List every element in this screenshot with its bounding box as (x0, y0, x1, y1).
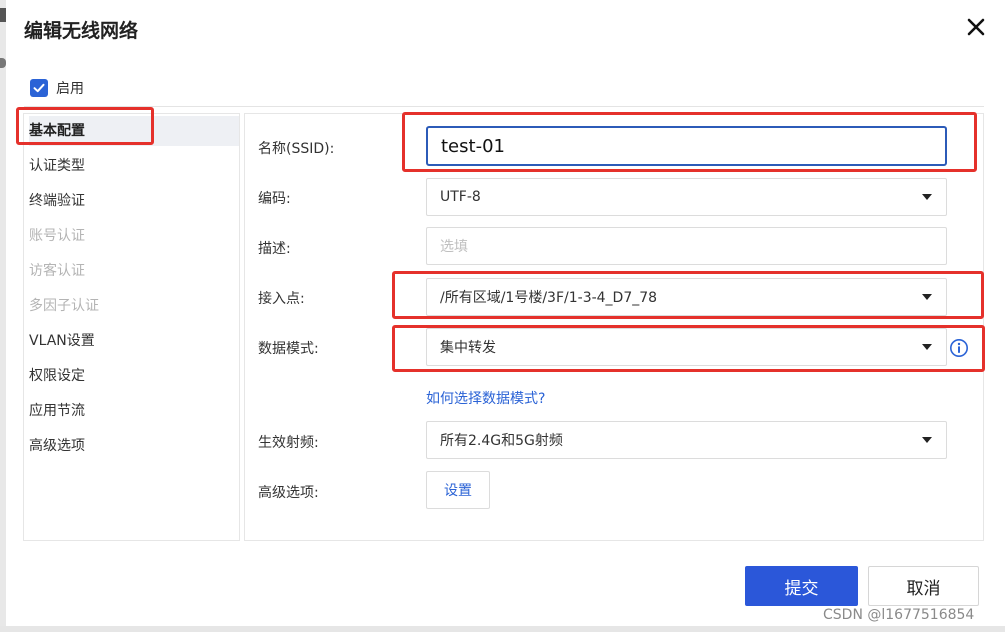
background-window-edge-mark (0, 8, 6, 22)
ssid-label: 名称(SSID): (258, 141, 335, 157)
radio-select[interactable]: 所有2.4G和5G射频 (426, 421, 947, 459)
data-mode-select[interactable]: 集中转发 (426, 328, 947, 366)
ssid-value: test-01 (441, 135, 505, 157)
encoding-value: UTF-8 (440, 189, 481, 205)
close-icon (967, 18, 985, 36)
ssid-input[interactable]: test-01 (426, 126, 947, 166)
header-divider (24, 106, 984, 107)
description-placeholder: 选填 (440, 239, 468, 255)
checkmark-icon (33, 83, 45, 93)
sidebar-item-basic-config[interactable]: 基本配置 (29, 116, 239, 146)
advanced-settings-button[interactable]: 设置 (426, 471, 490, 509)
enable-row: 启用 (30, 78, 84, 98)
data-mode-help-link[interactable]: 如何选择数据模式? (426, 388, 545, 408)
access-point-value: /所有区域/1号楼/3F/1-3-4_D7_78 (440, 290, 658, 306)
radio-value: 所有2.4G和5G射频 (440, 433, 563, 449)
background-window-edge-mark (0, 58, 6, 68)
data-mode-label: 数据模式: (258, 341, 319, 357)
sidebar-item-auth-type[interactable]: 认证类型 (29, 151, 239, 181)
sidebar-item-guest-auth: 访客认证 (29, 263, 85, 279)
background-window-edge (0, 0, 6, 632)
sidebar-item-multi-factor-auth: 多因子认证 (29, 298, 99, 314)
encoding-select[interactable]: UTF-8 (426, 178, 947, 216)
caret-down-icon (922, 344, 932, 350)
advanced-label: 高级选项: (258, 485, 319, 501)
sidebar-item-permissions[interactable]: 权限设定 (29, 361, 239, 391)
close-button[interactable] (963, 14, 989, 40)
dialog-title: 编辑无线网络 (24, 20, 139, 42)
submit-button[interactable]: 提交 (745, 566, 858, 606)
sidebar-item-advanced[interactable]: 高级选项 (29, 431, 239, 461)
access-point-select[interactable]: /所有区域/1号楼/3F/1-3-4_D7_78 (426, 278, 947, 316)
sidebar-item-app-throttling[interactable]: 应用节流 (29, 396, 239, 426)
watermark: CSDN @l1677516854 (823, 607, 975, 623)
sidebar-item-vlan-settings[interactable]: VLAN设置 (29, 326, 239, 356)
encoding-label: 编码: (258, 191, 291, 207)
caret-down-icon (922, 437, 932, 443)
caret-down-icon (922, 194, 932, 200)
info-icon[interactable] (949, 338, 969, 358)
cancel-button[interactable]: 取消 (868, 566, 979, 606)
enable-checkbox[interactable] (30, 79, 48, 97)
settings-sidebar: 基本配置 认证类型 终端验证 账号认证 访客认证 多因子认证 VLAN设置 权限… (23, 113, 240, 541)
sidebar-item-terminal-verification[interactable]: 终端验证 (29, 186, 239, 216)
enable-label: 启用 (56, 81, 84, 97)
description-input[interactable]: 选填 (426, 227, 947, 265)
data-mode-value: 集中转发 (440, 340, 496, 356)
description-label: 描述: (258, 241, 291, 257)
caret-down-icon (922, 294, 932, 300)
radio-label: 生效射频: (258, 435, 319, 451)
background-window-bottom-edge (0, 626, 1005, 632)
access-point-label: 接入点: (258, 291, 305, 307)
sidebar-item-account-auth: 账号认证 (29, 228, 85, 244)
